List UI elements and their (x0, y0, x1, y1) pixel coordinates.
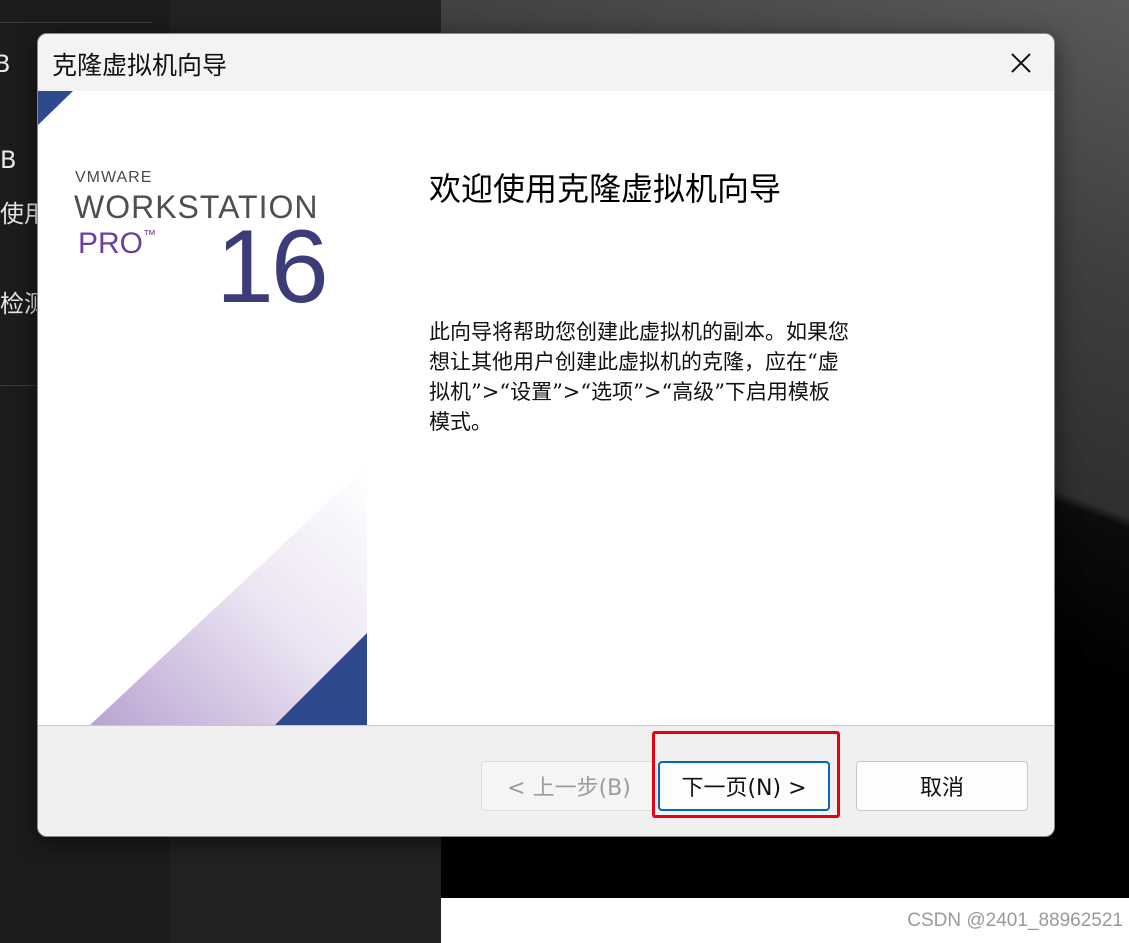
clone-vm-wizard-dialog: 克隆虚拟机向导 VMWARE WORKSTATION PRO™ 16 欢迎使用克… (37, 33, 1055, 837)
watermark: CSDN @2401_88962521 (907, 910, 1123, 931)
background-text: B (0, 146, 17, 174)
wizard-heading: 欢迎使用克隆虚拟机向导 (429, 170, 782, 208)
dialog-footer: < 上一步(B) 下一页(N) > 取消 (38, 725, 1054, 836)
dialog-title: 克隆虚拟机向导 (52, 51, 228, 80)
close-icon (1011, 53, 1031, 73)
brand-pro-text: PRO (78, 227, 144, 260)
trademark-symbol: ™ (143, 227, 157, 242)
brand-version: 16 (216, 209, 329, 325)
background-divider (0, 22, 152, 23)
close-button[interactable] (1002, 44, 1040, 82)
wizard-description: 此向导将帮助您创建此虚拟机的副本。如果您想让其他用户创建此虚拟机的克隆，应在“虚… (429, 320, 849, 434)
back-button[interactable]: < 上一步(B) (481, 761, 657, 811)
vmware-banner: VMWARE WORKSTATION PRO™ 16 (38, 91, 367, 725)
cancel-button[interactable]: 取消 (856, 761, 1028, 811)
brand-vmware: VMWARE (75, 169, 153, 186)
dialog-titlebar: 克隆虚拟机向导 (38, 34, 1054, 91)
brand-pro: PRO™ (78, 227, 156, 261)
next-button[interactable]: 下一页(N) > (658, 761, 830, 811)
background-text: B (0, 50, 11, 78)
